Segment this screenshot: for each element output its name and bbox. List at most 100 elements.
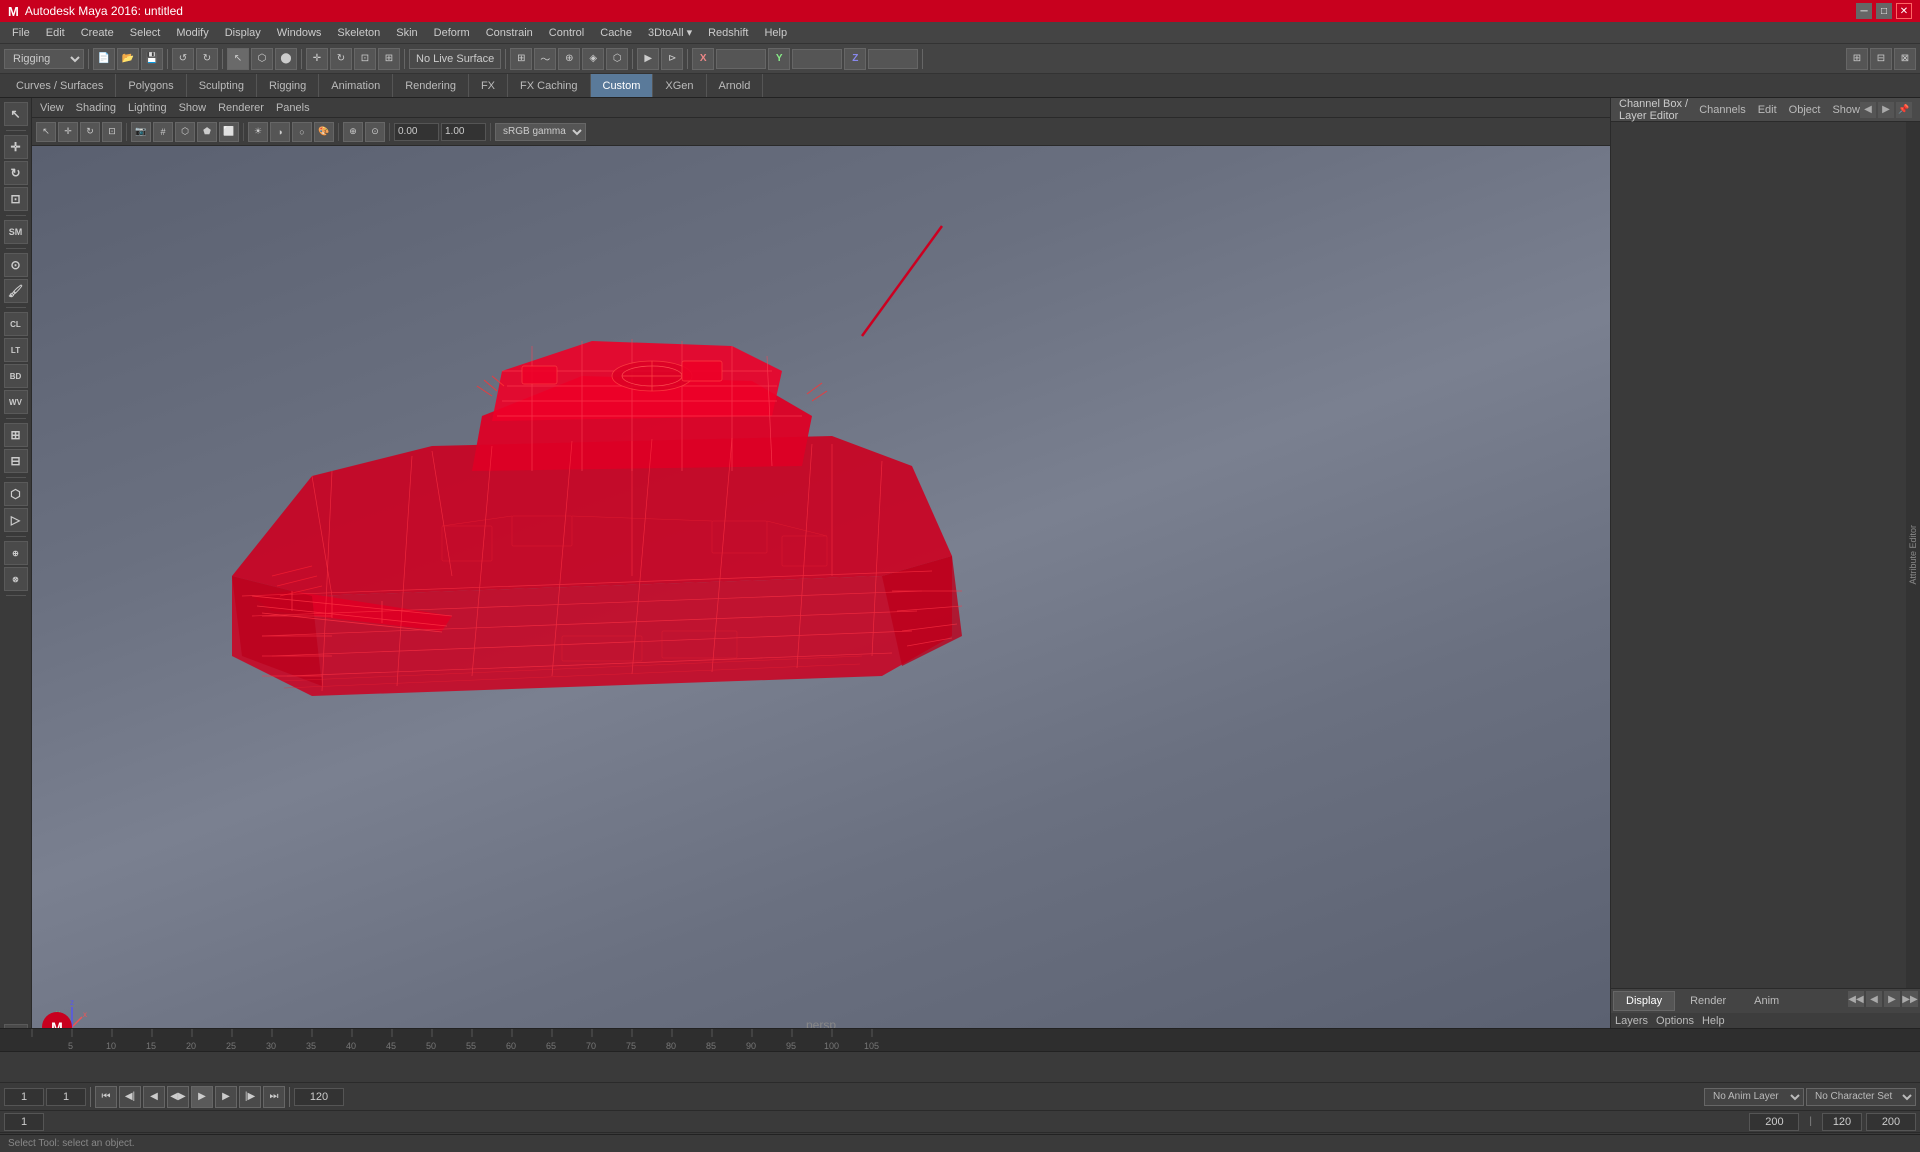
layer-opt-layers[interactable]: Layers [1615,1015,1648,1027]
frame-range-max[interactable] [1866,1113,1916,1131]
snap-view-button[interactable]: ◈ [582,48,604,70]
vp-select-btn[interactable]: ↖ [36,122,56,142]
prev-key-button[interactable]: ◀| [119,1086,141,1108]
lattice-lt[interactable]: LT [4,338,28,362]
vm-panels[interactable]: Panels [272,102,314,114]
frame-start-field[interactable] [4,1088,44,1106]
no-live-surface-button[interactable]: No Live Surface [409,49,501,69]
menu-3dtool[interactable]: 3DtoAll ▾ [640,24,700,41]
title-bar-controls[interactable]: ─ □ ✕ [1856,3,1912,19]
vm-show[interactable]: Show [175,102,211,114]
layer-scroll-right2[interactable]: ▶▶ [1902,991,1918,1007]
menu-constrain[interactable]: Constrain [478,25,541,41]
menu-edit[interactable]: Edit [38,25,73,41]
vp-light-btn[interactable]: ☀ [248,122,268,142]
prev-frame-button[interactable]: ◀ [143,1086,165,1108]
rp-display-tab[interactable]: Display [1613,991,1675,1011]
tab-fx[interactable]: FX [469,74,508,97]
menu-deform[interactable]: Deform [426,25,478,41]
render-lt[interactable]: ▷ [4,508,28,532]
vm-lighting[interactable]: Lighting [124,102,171,114]
new-file-button[interactable]: 📄 [93,48,115,70]
y-field[interactable] [792,49,842,69]
viewport-3d[interactable]: persp x y z M [32,146,1610,1052]
menu-modify[interactable]: Modify [168,25,216,41]
menu-redshift[interactable]: Redshift [700,25,756,41]
timeline[interactable]: 5 10 15 20 25 30 35 40 45 50 5 [0,1028,1920,1052]
rp-scroll-down[interactable]: ▶ [1878,102,1894,118]
snap-grid-button[interactable]: ⊞ [510,48,532,70]
rp-render-tab[interactable]: Render [1677,991,1739,1011]
frame-current-field[interactable] [46,1088,86,1106]
cluster-lt[interactable]: CL [4,312,28,336]
universal-tool-button[interactable]: ⊞ [378,48,400,70]
move-tool-lt[interactable]: ✛ [4,135,28,159]
menu-windows[interactable]: Windows [269,25,330,41]
menu-create[interactable]: Create [73,25,122,41]
menu-control[interactable]: Control [541,25,592,41]
rotate-tool-button[interactable]: ↻ [330,48,352,70]
vp-smooth-btn[interactable]: ⬟ [197,122,217,142]
layer-scroll-left[interactable]: ◀◀ [1848,991,1864,1007]
vp-move-btn[interactable]: ✛ [58,122,78,142]
rp-anim-tab[interactable]: Anim [1741,991,1792,1011]
tab-fx-caching[interactable]: FX Caching [508,74,590,97]
tab-rigging[interactable]: Rigging [257,74,319,97]
maximize-button[interactable]: □ [1876,3,1892,19]
rp-tab-object[interactable]: Object [1789,104,1821,116]
play-forward-button[interactable]: ▶ [191,1086,213,1108]
snap-surface-button[interactable]: ⬡ [606,48,628,70]
shader-lt[interactable]: ⬡ [4,482,28,506]
vp-color-btn[interactable]: 🎨 [314,122,334,142]
tab-sculpting[interactable]: Sculpting [187,74,257,97]
lasso-select-button[interactable]: ⬡ [251,48,273,70]
grid-lt[interactable]: ⊟ [4,449,28,473]
vm-renderer[interactable]: Renderer [214,102,268,114]
menu-skeleton[interactable]: Skeleton [329,25,388,41]
snap-curve-button[interactable]: 〜 [534,48,556,70]
undo-button[interactable]: ↺ [172,48,194,70]
layer-opt-help[interactable]: Help [1702,1015,1725,1027]
vp-scale-btn[interactable]: ⊡ [102,122,122,142]
tab-xgen[interactable]: XGen [653,74,706,97]
rp-scroll-up[interactable]: ◀ [1860,102,1876,118]
skip-back-button[interactable]: ⏮ [95,1086,117,1108]
vp-xray-btn[interactable]: ⊕ [343,122,363,142]
layer-scroll-left2[interactable]: ◀ [1866,991,1882,1007]
menu-display[interactable]: Display [217,25,269,41]
vm-shading[interactable]: Shading [72,102,120,114]
bend-lt[interactable]: BD [4,364,28,388]
tab-arnold[interactable]: Arnold [707,74,764,97]
snap-point-button[interactable]: ⊕ [558,48,580,70]
tab-curves-surfaces[interactable]: Curves / Surfaces [4,74,116,97]
vp-joint-btn[interactable]: ⊙ [365,122,385,142]
wave-lt[interactable]: WV [4,390,28,414]
rp-pin-button[interactable]: 📌 [1896,102,1912,118]
tab-polygons[interactable]: Polygons [116,74,186,97]
vp-gamma-dropdown[interactable]: sRGB gamma [495,123,586,141]
misc-lt-1[interactable]: ⊕ [4,541,28,565]
rp-tab-channels[interactable]: Channels [1699,104,1745,116]
next-frame-button[interactable]: ▶ [215,1086,237,1108]
play-back-button[interactable]: ◀▶ [167,1086,189,1108]
soft-mod-lt[interactable]: SM [4,220,28,244]
tab-custom[interactable]: Custom [591,74,654,97]
tab-animation[interactable]: Animation [319,74,393,97]
menu-cache[interactable]: Cache [592,25,640,41]
vp-field1[interactable] [394,123,439,141]
vp-shadow-btn[interactable]: ◑ [270,122,290,142]
rp-tab-show[interactable]: Show [1832,104,1860,116]
z-field[interactable] [868,49,918,69]
vp-field2[interactable] [441,123,486,141]
paint-lt[interactable]: 🖌 [4,279,28,303]
scale-tool-button[interactable]: ⊡ [354,48,376,70]
skip-fwd-button[interactable]: ⏭ [263,1086,285,1108]
menu-skin[interactable]: Skin [388,25,425,41]
render-button[interactable]: ▶ [637,48,659,70]
frame-end-field[interactable] [294,1088,344,1106]
next-key-button[interactable]: |▶ [239,1086,261,1108]
tab-rendering[interactable]: Rendering [393,74,469,97]
redo-button[interactable]: ↻ [196,48,218,70]
vp-ao-btn[interactable]: ○ [292,122,312,142]
display-lt[interactable]: ⊞ [4,423,28,447]
